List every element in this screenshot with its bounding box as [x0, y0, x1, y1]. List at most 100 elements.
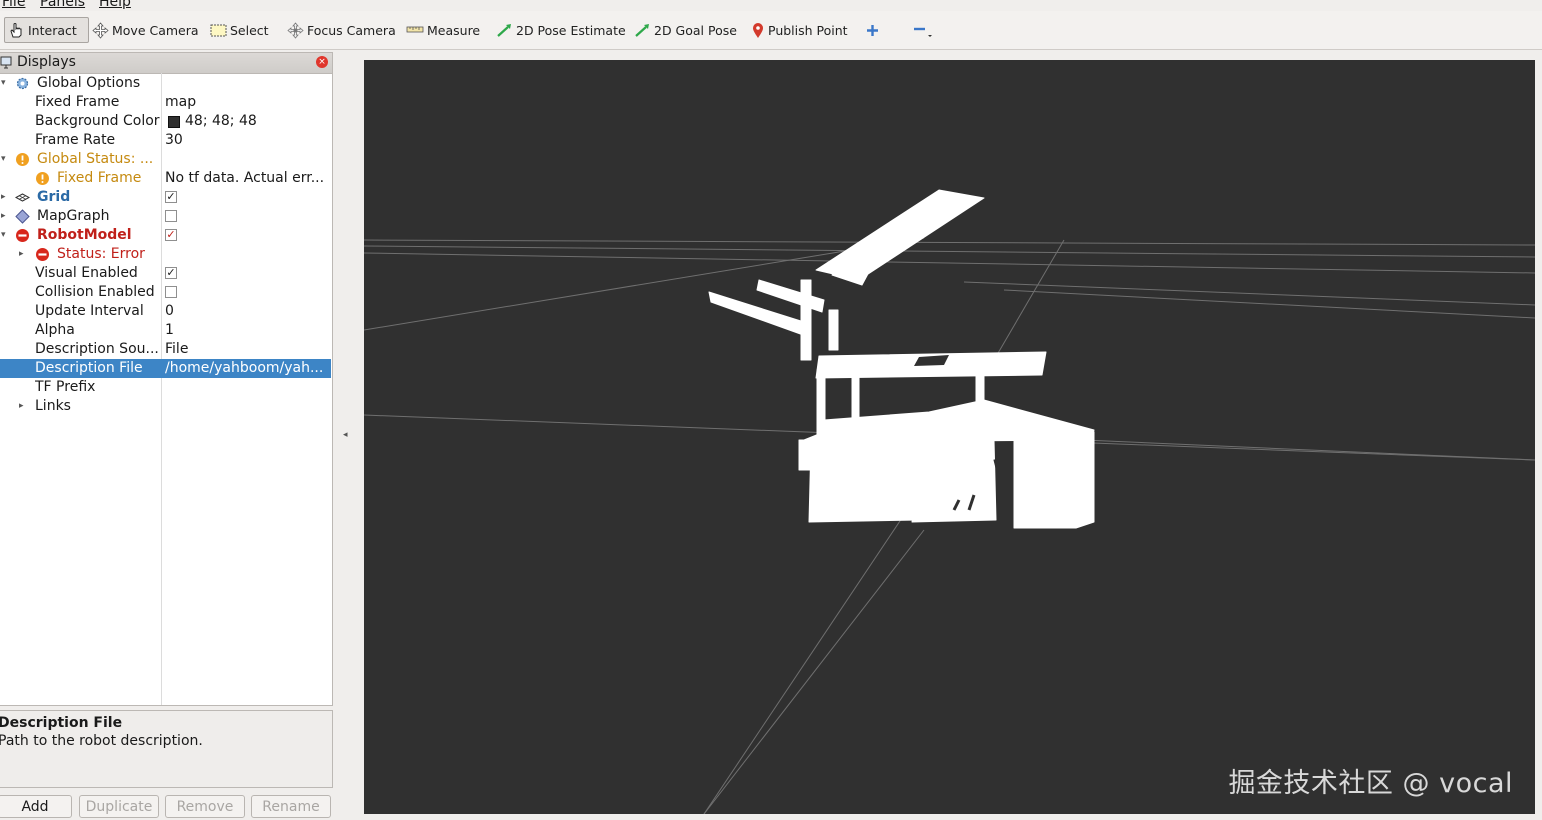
row-value[interactable]: 0 [165, 302, 329, 321]
row-label: Visual Enabled [35, 265, 138, 281]
row-label: Links [35, 398, 71, 414]
row-label: MapGraph [37, 208, 110, 224]
expand-right-icon[interactable]: ▸ [1, 188, 6, 207]
menu-file[interactable]: File [2, 0, 25, 10]
warning-icon [16, 153, 29, 166]
grid-icon [15, 193, 30, 202]
measure-label: Measure [427, 22, 481, 38]
error-icon [36, 248, 49, 261]
row-label: Description Sou... [35, 341, 159, 357]
expand-down-icon[interactable]: ▾ [1, 74, 6, 93]
select-label: Select [230, 22, 269, 38]
collapse-left-icon[interactable]: ◂ [343, 430, 348, 440]
displays-header: Displays × [0, 53, 332, 74]
remove-tool-button[interactable] [912, 17, 937, 43]
expand-right-icon[interactable]: ▸ [1, 207, 6, 226]
grid-checkbox[interactable]: ✓ [165, 191, 177, 203]
row-value[interactable]: File [165, 340, 329, 359]
row-value[interactable]: 30 [165, 131, 329, 150]
row-value[interactable]: map [165, 93, 329, 112]
rename-button[interactable]: Rename [251, 795, 331, 818]
tree-row-description-file[interactable]: Description File /home/yahboom/yah... [0, 359, 331, 378]
displays-title: Displays [17, 54, 76, 70]
menu-help[interactable]: Help [99, 0, 131, 10]
focus-crosshair-icon [287, 21, 304, 39]
row-value[interactable]: /home/yahboom/yah... [165, 359, 329, 378]
property-description: Description File Path to the robot descr… [0, 710, 333, 788]
tree-row-global-status[interactable]: ▾ Global Status: ... [0, 150, 331, 169]
tree-row-grid[interactable]: ▸ Grid ✓ [0, 188, 331, 207]
interact-button[interactable]: Interact [4, 17, 89, 43]
hand-pointer-icon [10, 23, 22, 38]
row-label: Fixed Frame [57, 170, 142, 186]
color-swatch[interactable] [168, 116, 180, 128]
row-label: TF Prefix [35, 379, 96, 395]
menu-bar: File Panels Help [0, 0, 1542, 11]
tree-row-frame-rate[interactable]: Frame Rate 30 [0, 131, 331, 150]
tree-row-alpha[interactable]: Alpha 1 [0, 321, 331, 340]
visual-enabled-checkbox[interactable]: ✓ [165, 267, 177, 279]
remove-button[interactable]: Remove [165, 795, 245, 818]
move-camera-button[interactable]: Move Camera [92, 17, 199, 43]
row-value: No tf data. Actual err... [165, 170, 325, 186]
move-arrows-icon [92, 21, 109, 39]
move-camera-label: Move Camera [112, 22, 199, 38]
row-value[interactable]: 1 [165, 321, 329, 340]
tree-row-description-source[interactable]: Description Sou... File [0, 340, 331, 359]
close-icon[interactable]: × [316, 56, 328, 68]
tree-row-mapgraph[interactable]: ▸ MapGraph [0, 207, 331, 226]
row-label: Alpha [35, 322, 75, 338]
tree-row-status-error[interactable]: ▸ Status: Error [0, 245, 331, 264]
tree-row-status-fixed-frame[interactable]: Fixed Frame No tf data. Actual err... [0, 169, 331, 188]
selection-rectangle-icon [210, 24, 227, 36]
tree-row-visual-enabled[interactable]: Visual Enabled ✓ [0, 264, 331, 283]
tree-row-global-options[interactable]: ▾ Global Options [0, 74, 331, 93]
monitor-icon [0, 56, 12, 69]
robotmodel-checkbox[interactable]: ✓ [165, 229, 177, 241]
green-arrow-icon [635, 23, 649, 37]
expand-down-icon[interactable]: ▾ [1, 226, 6, 245]
tree-row-links[interactable]: ▸ Links [0, 397, 331, 416]
row-label: Grid [37, 189, 71, 205]
add-button[interactable]: Add [0, 795, 72, 818]
expand-down-icon[interactable]: ▾ [1, 150, 6, 169]
plus-icon [867, 24, 878, 36]
toolbar: Interact Move Camera Select Focus Camera… [0, 11, 1542, 50]
minus-icon [914, 27, 932, 37]
grid-lines [364, 237, 1535, 814]
focus-camera-button[interactable]: Focus Camera [287, 17, 396, 43]
interact-label: Interact [28, 22, 77, 38]
row-label: Background Color [35, 113, 160, 129]
displays-panel: Displays × ▾ Global Options Fixed Frame … [0, 52, 333, 706]
tree-row-background-color[interactable]: Background Color 48; 48; 48 [0, 112, 331, 131]
render-viewport[interactable]: 掘金技术社区 @ vocal [364, 60, 1535, 814]
mapgraph-checkbox[interactable] [165, 210, 177, 222]
diamond-icon [15, 209, 30, 224]
tree-row-collision-enabled[interactable]: Collision Enabled [0, 283, 331, 302]
menu-panels[interactable]: Panels [40, 0, 85, 10]
goal-pose-button[interactable]: 2D Goal Pose [634, 17, 737, 43]
row-label: Collision Enabled [35, 284, 155, 300]
publish-point-button[interactable]: Publish Point [751, 17, 848, 43]
render-scene [364, 189, 1535, 814]
pose-estimate-label: 2D Pose Estimate [516, 22, 626, 38]
tree-row-robotmodel[interactable]: ▾ RobotModel ✓ [0, 226, 331, 245]
duplicate-button[interactable]: Duplicate [79, 795, 159, 818]
row-value[interactable]: 48; 48; 48 [185, 112, 349, 131]
tree-row-tf-prefix[interactable]: TF Prefix [0, 378, 331, 397]
expand-right-icon[interactable]: ▸ [19, 397, 24, 416]
tree-row-update-interval[interactable]: Update Interval 0 [0, 302, 331, 321]
select-button[interactable]: Select [210, 17, 269, 43]
row-label: Description File [35, 360, 143, 376]
pose-estimate-button[interactable]: 2D Pose Estimate [496, 17, 626, 43]
tree-row-fixed-frame[interactable]: Fixed Frame map [0, 93, 331, 112]
error-icon [16, 229, 29, 242]
expand-right-icon[interactable]: ▸ [19, 245, 24, 264]
collision-enabled-checkbox[interactable] [165, 286, 177, 298]
description-title: Description File [0, 715, 123, 731]
measure-button[interactable]: Measure [406, 17, 480, 43]
ruler-icon [406, 26, 424, 33]
add-tool-button[interactable] [865, 17, 883, 43]
warning-icon [36, 172, 49, 185]
publish-point-label: Publish Point [768, 22, 848, 38]
